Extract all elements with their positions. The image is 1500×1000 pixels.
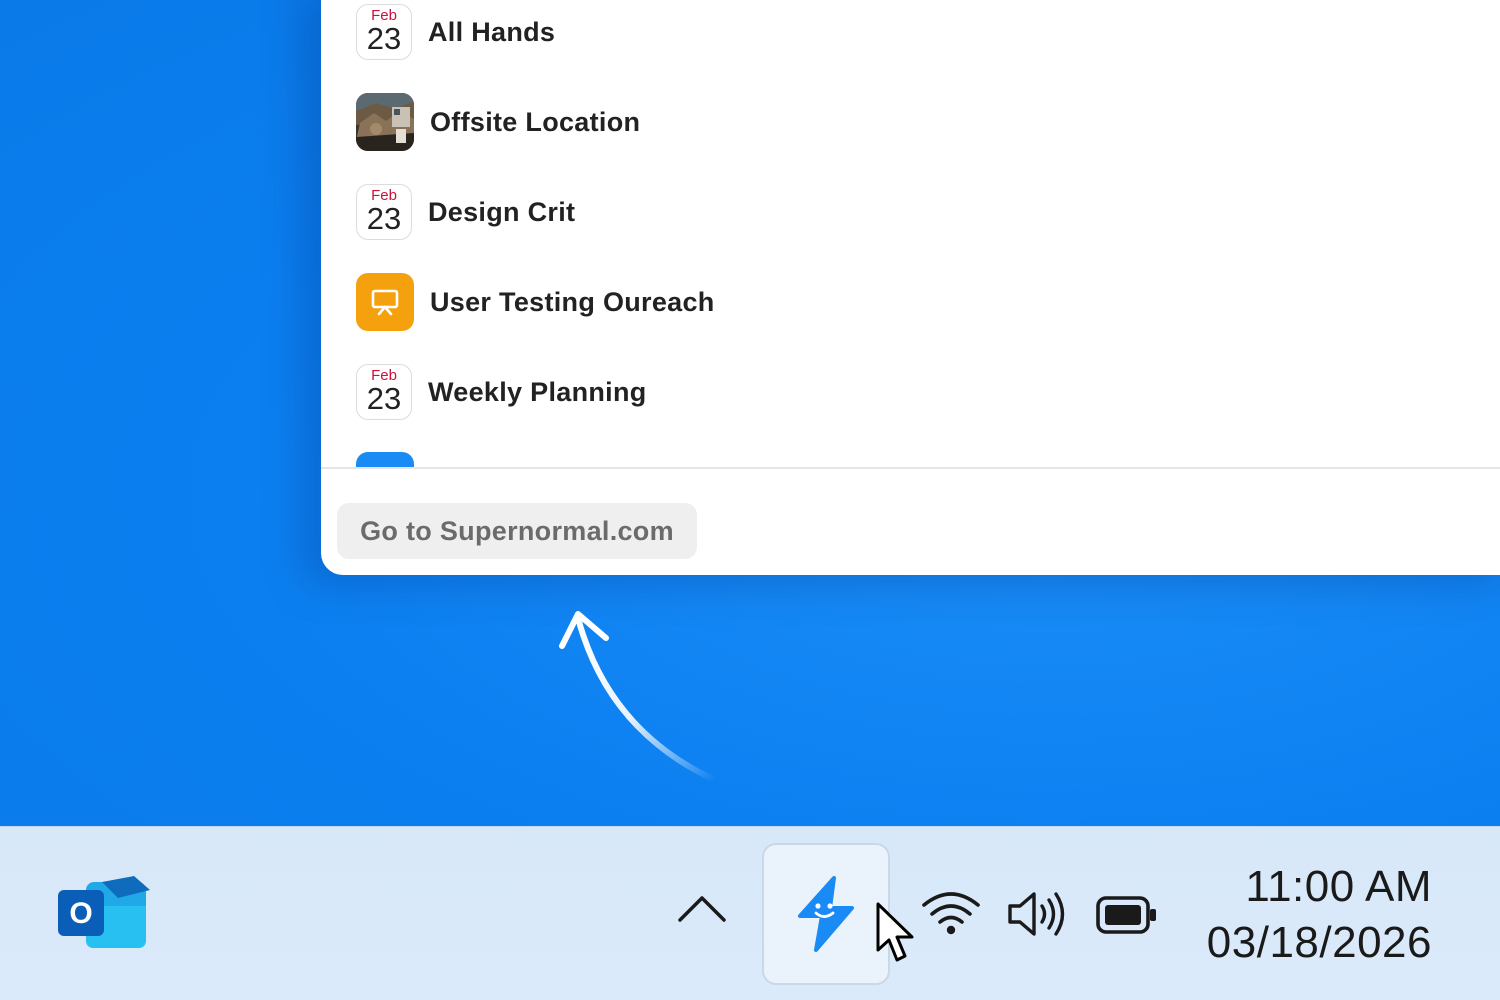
calendar-icon: Feb 23: [356, 184, 412, 240]
partial-list-item-icon: [356, 452, 414, 468]
chevron-up-icon[interactable]: [676, 890, 728, 924]
supernormal-icon: [798, 876, 854, 952]
list-item-label: Offsite Location: [430, 106, 641, 137]
curved-arrow-icon: [559, 611, 718, 783]
list-item-all-hands[interactable]: Feb 23 All Hands: [356, 2, 555, 62]
meeting-list: Feb 23 All Hands Offsite Location Feb 23…: [321, 0, 1500, 468]
divider: [321, 467, 1500, 469]
list-item-label: Weekly Planning: [428, 376, 647, 407]
calendar-icon: Feb 23: [356, 364, 412, 420]
list-item-design-crit[interactable]: Feb 23 Design Crit: [356, 182, 575, 242]
list-item-user-testing[interactable]: User Testing Oureach: [356, 272, 715, 332]
wifi-icon[interactable]: [920, 889, 982, 937]
system-clock[interactable]: 11:00 AM 03/18/2026: [1207, 860, 1432, 972]
mouse-cursor-icon: [876, 902, 914, 962]
outlook-icon[interactable]: O: [58, 876, 150, 955]
outlook-icon-letter: O: [69, 897, 92, 930]
go-to-supernormal-button[interactable]: Go to Supernormal.com: [337, 503, 697, 559]
supernormal-tray-button[interactable]: [762, 843, 890, 985]
list-item-label: User Testing Oureach: [430, 286, 715, 317]
volume-icon[interactable]: [1006, 890, 1072, 938]
list-item-weekly-planning[interactable]: Feb 23 Weekly Planning: [356, 362, 647, 422]
list-item-label: Design Crit: [428, 196, 576, 227]
list-item-offsite-location[interactable]: Offsite Location: [356, 92, 640, 152]
calendar-day: 23: [366, 201, 402, 236]
list-item-label: All Hands: [428, 16, 556, 47]
calendar-day: 23: [366, 381, 402, 416]
battery-icon[interactable]: [1095, 895, 1159, 935]
clock-date: 03/18/2026: [1206, 918, 1432, 967]
presentation-icon: [356, 273, 414, 331]
clock-time: 11:00 AM: [1245, 862, 1432, 911]
calendar-icon: Feb 23: [356, 4, 412, 60]
calendar-day: 23: [366, 21, 402, 56]
photo-thumbnail: [356, 93, 414, 151]
supernormal-popup: Feb 23 All Hands Offsite Location Feb 23…: [321, 0, 1500, 575]
